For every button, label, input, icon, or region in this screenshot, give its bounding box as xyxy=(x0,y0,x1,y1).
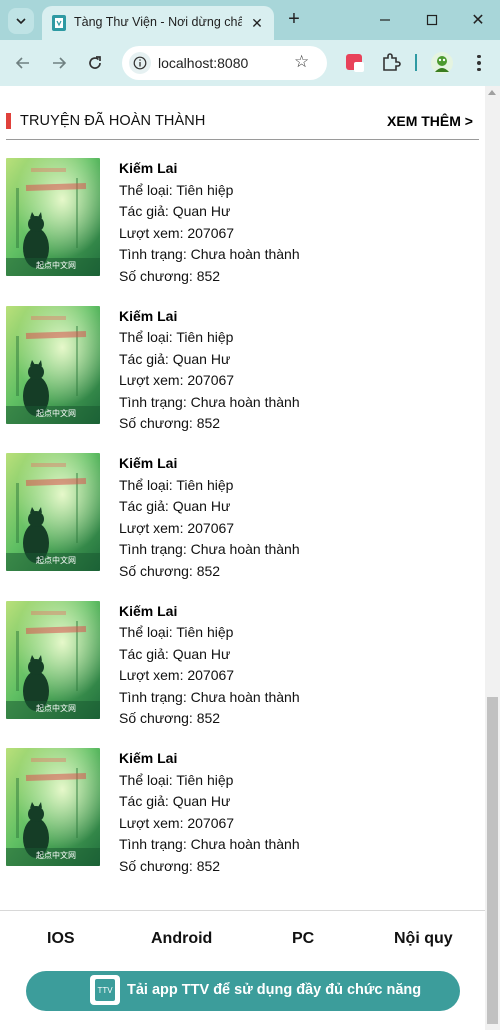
story-item[interactable]: 起点中文网 Kiếm Lai Thể loại: Tiên hiệp Tác giả:… xyxy=(6,748,476,878)
close-icon[interactable]: ✕ xyxy=(248,14,266,32)
puzzle-icon[interactable] xyxy=(380,51,402,73)
section-header: TRUYỆN ĐÃ HOÀN THÀNH XEM THÊM > xyxy=(6,112,479,140)
tab-title: Tàng Thư Viện - Nơi dừng chân xyxy=(74,15,242,29)
story-cover-image[interactable]: 起点中文网 xyxy=(6,748,100,866)
scrollbar-thumb[interactable] xyxy=(487,697,498,1024)
browser-tab[interactable]: Tàng Thư Viện - Nơi dừng chân ✕ xyxy=(42,6,274,40)
story-title[interactable]: Kiếm Lai xyxy=(119,748,300,770)
story-item[interactable]: 起点中文网 Kiếm Lai Thể loại: Tiên hiệp Tác giả:… xyxy=(6,600,476,731)
story-cover-image[interactable]: 起点中文网 xyxy=(6,453,100,571)
story-author: Tác giả: Quan Hư xyxy=(119,498,231,514)
story-status: Tình trạng: Chưa hoàn thành xyxy=(119,246,300,262)
story-info: Kiếm Lai Thể loại: Tiên hiệp Tác giả: Quan… xyxy=(119,748,300,877)
story-views: Lượt xem: 207067 xyxy=(119,372,235,388)
story-chapters: Số chương: 852 xyxy=(119,710,221,726)
story-chapters: Số chương: 852 xyxy=(119,857,221,874)
tab-search-icon[interactable] xyxy=(8,8,34,34)
forward-icon[interactable] xyxy=(48,52,70,74)
story-info: Kiếm Lai Thể loại: Tiên hiệp Tác giả: Quan… xyxy=(119,453,300,582)
story-views: Lượt xem: 207067 xyxy=(119,224,235,241)
story-cover-image[interactable]: 起点中文网 xyxy=(6,305,100,424)
footer-link-rules[interactable]: Nội quy xyxy=(394,930,453,948)
url-text[interactable]: localhost:8080 xyxy=(158,55,248,71)
story-author: Tác giả: Quan Hư xyxy=(119,793,231,809)
browser-tab-bar: Tàng Thư Viện - Nơi dừng chân ✕ + ✕ xyxy=(0,0,500,40)
profile-icon[interactable] xyxy=(430,51,454,75)
story-info: Kiếm Lai Thể loại: Tiên hiệp Tác giả: Quan… xyxy=(119,306,300,435)
app-logo-text: TTV xyxy=(95,979,115,1001)
scrollbar[interactable] xyxy=(485,86,500,1030)
browser-toolbar: localhost:8080 ☆ xyxy=(0,40,500,86)
cover-caption: 起点中文网 xyxy=(36,556,76,565)
reload-icon[interactable] xyxy=(84,52,106,74)
see-more-link[interactable]: XEM THÊM > xyxy=(387,113,473,129)
scroll-up-icon[interactable] xyxy=(488,90,496,95)
story-chapters: Số chương: 852 xyxy=(119,415,221,431)
story-genre: Thể loại: Tiên hiệp xyxy=(119,624,234,640)
story-item[interactable]: 起点中文网 Kiếm Lai Thể loại: Tiên hiệp Tác giả:… xyxy=(6,305,476,436)
story-genre: Thể loại: Tiên hiệp xyxy=(119,771,234,788)
story-status: Tình trạng: Chưa hoàn thành xyxy=(119,688,300,705)
story-title[interactable]: Kiếm Lai xyxy=(119,453,300,475)
story-author: Tác giả: Quan Hư xyxy=(119,203,231,219)
minimize-icon[interactable] xyxy=(373,8,397,32)
footer-link-ios[interactable]: IOS xyxy=(47,930,75,948)
app-logo-icon: TTV xyxy=(90,975,120,1005)
window-close-icon[interactable]: ✕ xyxy=(466,8,490,32)
story-status: Tình trạng: Chưa hoàn thành xyxy=(119,393,300,410)
kebab-menu-icon[interactable] xyxy=(470,51,488,75)
story-views: Lượt xem: 207067 xyxy=(119,814,235,831)
section-title: TRUYỆN ĐÃ HOÀN THÀNH xyxy=(20,113,206,129)
story-views: Lượt xem: 207067 xyxy=(119,667,235,683)
extension-icon[interactable] xyxy=(345,53,365,73)
story-status: Tình trạng: Chưa hoàn thành xyxy=(119,836,300,852)
story-chapters: Số chương: 852 xyxy=(119,267,221,284)
page-viewport: TRUYỆN ĐÃ HOÀN THÀNH XEM THÊM > 起点中文网 Kiế… xyxy=(0,86,500,1030)
story-title[interactable]: Kiếm Lai xyxy=(119,306,300,328)
footer-link-android[interactable]: Android xyxy=(151,930,212,948)
address-bar[interactable]: localhost:8080 ☆ xyxy=(122,46,327,80)
toolbar-separator xyxy=(415,54,417,71)
download-app-button[interactable]: TTV Tải app TTV để sử dụng đầy đủ chức n… xyxy=(26,971,460,1011)
cover-caption: 起点中文网 xyxy=(36,261,76,270)
story-item[interactable]: 起点中文网 Kiếm Lai Thể loại: Tiên hiệp Tác giả:… xyxy=(6,453,476,583)
story-item[interactable]: 起点中文网 Kiếm Lai Thể loại: Tiên hiệp Tác giả:… xyxy=(6,158,476,288)
maximize-icon[interactable] xyxy=(420,8,444,32)
favicon-icon xyxy=(52,15,66,31)
cover-caption: 起点中文网 xyxy=(36,703,76,713)
footer: IOS Android PC Nội quy TTV Tải app TTV đ… xyxy=(0,911,485,1030)
story-author: Tác giả: Quan Hư xyxy=(119,350,231,367)
star-icon[interactable]: ☆ xyxy=(294,52,309,72)
story-info: Kiếm Lai Thể loại: Tiên hiệp Tác giả: Quan… xyxy=(119,158,300,287)
footer-link-pc[interactable]: PC xyxy=(292,930,314,948)
cover-caption: 起点中文网 xyxy=(36,408,76,418)
story-cover-image[interactable]: 起点中文网 xyxy=(6,600,100,719)
story-chapters: Số chương: 852 xyxy=(119,562,221,579)
back-icon[interactable] xyxy=(12,52,34,74)
story-author: Tác giả: Quan Hư xyxy=(119,645,231,662)
story-genre: Thể loại: Tiên hiệp xyxy=(119,476,234,493)
story-title[interactable]: Kiếm Lai xyxy=(119,158,300,180)
story-info: Kiếm Lai Thể loại: Tiên hiệp Tác giả: Quan… xyxy=(119,601,300,730)
story-views: Lượt xem: 207067 xyxy=(119,519,235,536)
download-app-label: Tải app TTV để sử dụng đầy đủ chức năng xyxy=(127,982,422,998)
site-info-icon[interactable] xyxy=(129,52,151,74)
plus-icon[interactable]: + xyxy=(283,8,305,30)
story-genre: Thể loại: Tiên hiệp xyxy=(119,329,234,345)
story-genre: Thể loại: Tiên hiệp xyxy=(119,181,234,198)
cover-caption: 起点中文网 xyxy=(36,851,76,860)
story-cover-image[interactable]: 起点中文网 xyxy=(6,158,100,276)
story-title[interactable]: Kiếm Lai xyxy=(119,601,300,623)
story-status: Tình trạng: Chưa hoàn thành xyxy=(119,541,300,557)
section-accent-bar xyxy=(6,113,11,129)
